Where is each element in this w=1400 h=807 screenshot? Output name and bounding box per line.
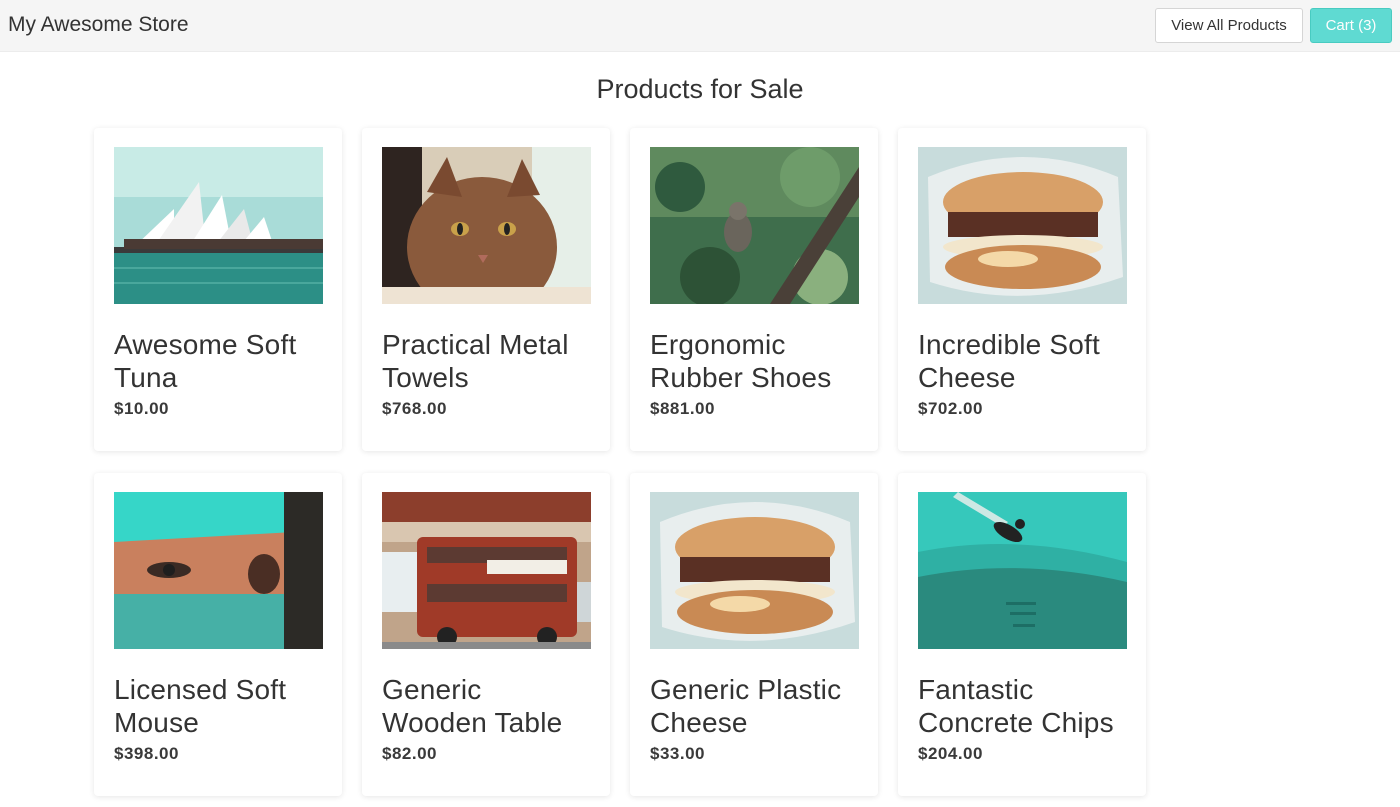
product-price: $702.00 — [918, 399, 983, 418]
product-card[interactable]: Incredible Soft Cheese $702.00 — [898, 128, 1146, 451]
product-name[interactable]: Fantastic Concrete Chips — [918, 673, 1126, 739]
product-image[interactable] — [114, 492, 323, 649]
product-price: $204.00 — [918, 744, 983, 763]
product-image[interactable] — [918, 147, 1127, 304]
product-price: $10.00 — [114, 399, 169, 418]
product-name[interactable]: Awesome Soft Tuna — [114, 328, 322, 394]
product-image[interactable] — [918, 492, 1127, 649]
product-name[interactable]: Ergonomic Rubber Shoes — [650, 328, 858, 394]
product-price: $768.00 — [382, 399, 447, 418]
product-card[interactable]: Ergonomic Rubber Shoes $881.00 — [630, 128, 878, 451]
product-price: $82.00 — [382, 744, 437, 763]
product-card[interactable]: Awesome Soft Tuna $10.00 — [94, 128, 342, 451]
product-card[interactable]: Licensed Soft Mouse $398.00 — [94, 473, 342, 796]
product-name[interactable]: Generic Wooden Table — [382, 673, 590, 739]
product-image[interactable] — [650, 147, 859, 304]
navbar: My Awesome Store View All Products Cart … — [0, 0, 1400, 52]
product-image[interactable] — [382, 147, 591, 304]
store-brand[interactable]: My Awesome Store — [8, 13, 189, 37]
product-card[interactable]: Generic Wooden Table $82.00 — [362, 473, 610, 796]
product-image[interactable] — [382, 492, 591, 649]
product-price: $881.00 — [650, 399, 715, 418]
product-name[interactable]: Licensed Soft Mouse — [114, 673, 322, 739]
product-card[interactable]: Fantastic Concrete Chips $204.00 — [898, 473, 1146, 796]
product-image[interactable] — [650, 492, 859, 649]
page-title: Products for Sale — [596, 74, 804, 104]
product-grid: Awesome Soft Tuna $10.00 Practical Metal… — [94, 128, 1154, 796]
view-all-products-button[interactable]: View All Products — [1155, 8, 1303, 43]
product-name[interactable]: Generic Plastic Cheese — [650, 673, 858, 739]
product-card[interactable]: Practical Metal Towels $768.00 — [362, 128, 610, 451]
product-name[interactable]: Incredible Soft Cheese — [918, 328, 1126, 394]
product-name[interactable]: Practical Metal Towels — [382, 328, 590, 394]
product-price: $398.00 — [114, 744, 179, 763]
product-card[interactable]: Generic Plastic Cheese $33.00 — [630, 473, 878, 796]
product-image[interactable] — [114, 147, 323, 304]
cart-button[interactable]: Cart (3) — [1310, 8, 1392, 43]
product-price: $33.00 — [650, 744, 705, 763]
